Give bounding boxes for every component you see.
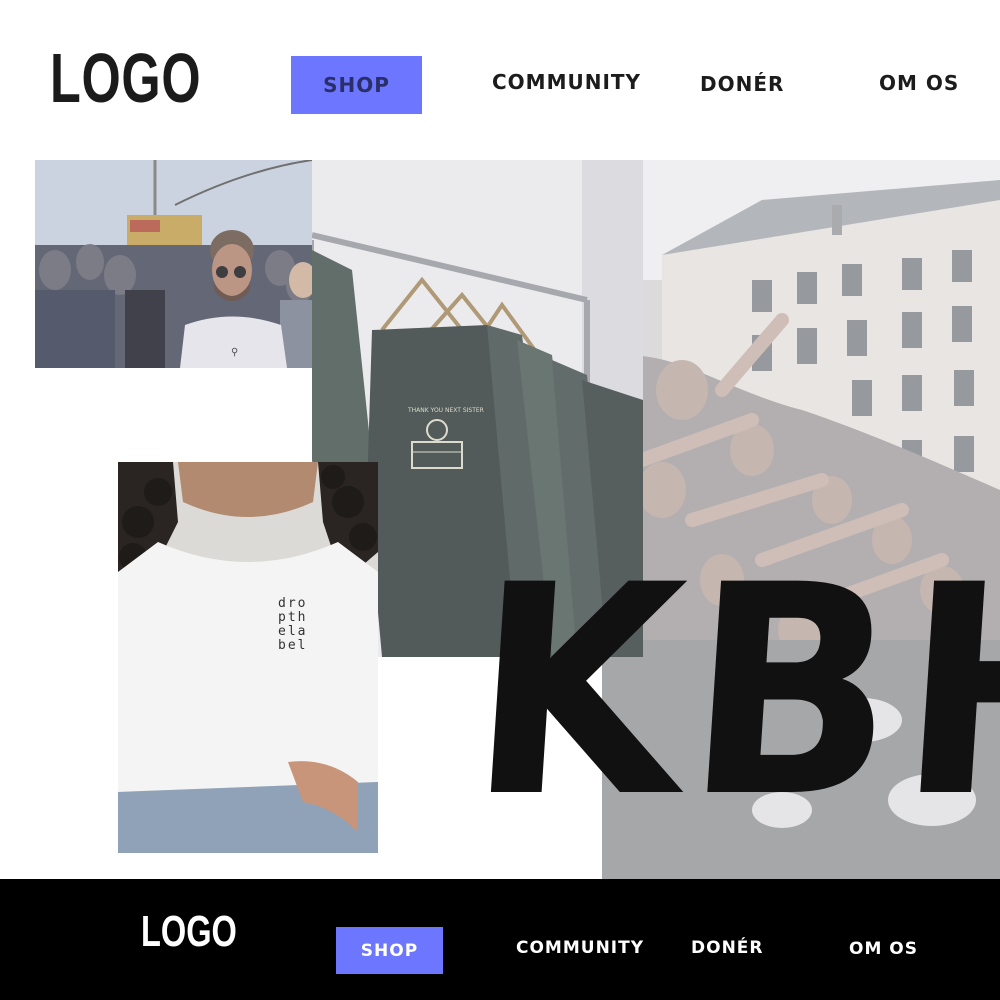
nav-om-os[interactable]: OM OS: [879, 71, 959, 95]
tee-print: dro pth ela bel: [278, 596, 308, 653]
nav-community[interactable]: COMMUNITY: [492, 70, 641, 94]
footer-nav-om-os[interactable]: OM OS: [849, 939, 918, 959]
header-logo[interactable]: LOGO: [50, 38, 201, 118]
nav-doner[interactable]: DONÉR: [700, 72, 784, 96]
festival-photo: ⚲: [35, 160, 312, 368]
tee-print-text: dro pth ela bel: [278, 597, 307, 653]
nav-shop[interactable]: SHOP: [291, 56, 422, 114]
footer-nav-shop[interactable]: SHOP: [336, 927, 443, 974]
footer-nav-doner[interactable]: DONÉR: [691, 938, 764, 958]
woman-white-tee-photo: dro pth ela bel: [118, 462, 378, 853]
footer-nav-community[interactable]: COMMUNITY: [516, 938, 644, 958]
kbh-headline: KBH: [461, 524, 1000, 861]
footer: LOGO SHOP COMMUNITY DONÉR OM OS: [0, 879, 1000, 1000]
footer-logo[interactable]: LOGO: [141, 907, 237, 957]
